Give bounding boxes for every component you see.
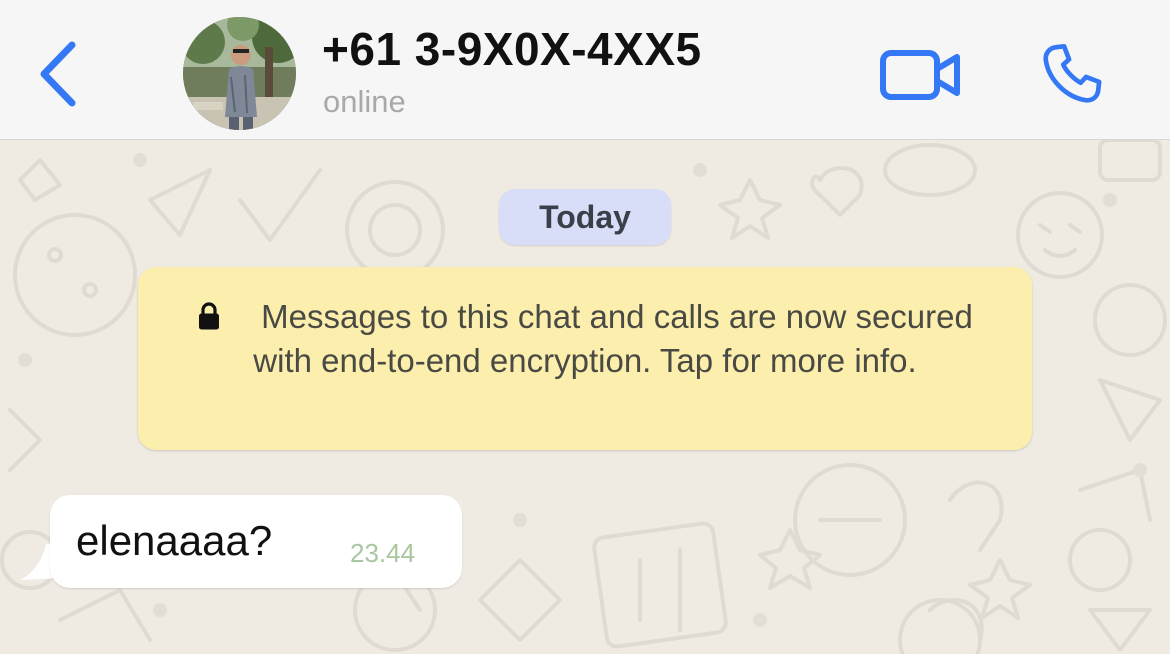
lock-icon bbox=[199, 302, 220, 330]
message-text: elenaaaa? bbox=[76, 517, 273, 564]
chevron-left-icon bbox=[40, 41, 76, 107]
avatar-photo bbox=[183, 17, 296, 130]
back-button[interactable] bbox=[28, 36, 88, 112]
message-timestamp: 23.44 bbox=[350, 538, 416, 568]
video-call-button[interactable] bbox=[876, 38, 966, 112]
voice-call-button[interactable] bbox=[1030, 34, 1114, 114]
chat-screen: +61 3-9X0X-4XX5 online Today Messages to… bbox=[0, 0, 1170, 654]
chat-header: +61 3-9X0X-4XX5 online bbox=[0, 0, 1170, 140]
chat-messages: Today Messages to this chat and calls ar… bbox=[0, 140, 1170, 654]
contact-status: online bbox=[323, 84, 406, 119]
contact-avatar[interactable] bbox=[183, 17, 296, 130]
video-camera-icon bbox=[880, 50, 960, 100]
encryption-notice[interactable]: Messages to this chat and calls are now … bbox=[138, 267, 1032, 450]
message-bubble[interactable]: elenaaaa? 23.44 bbox=[50, 495, 462, 588]
contact-name[interactable]: +61 3-9X0X-4XX5 bbox=[322, 22, 702, 76]
phone-icon bbox=[1043, 43, 1102, 103]
date-separator: Today bbox=[499, 189, 671, 245]
encryption-notice-text: Messages to this chat and calls are now … bbox=[253, 298, 973, 379]
